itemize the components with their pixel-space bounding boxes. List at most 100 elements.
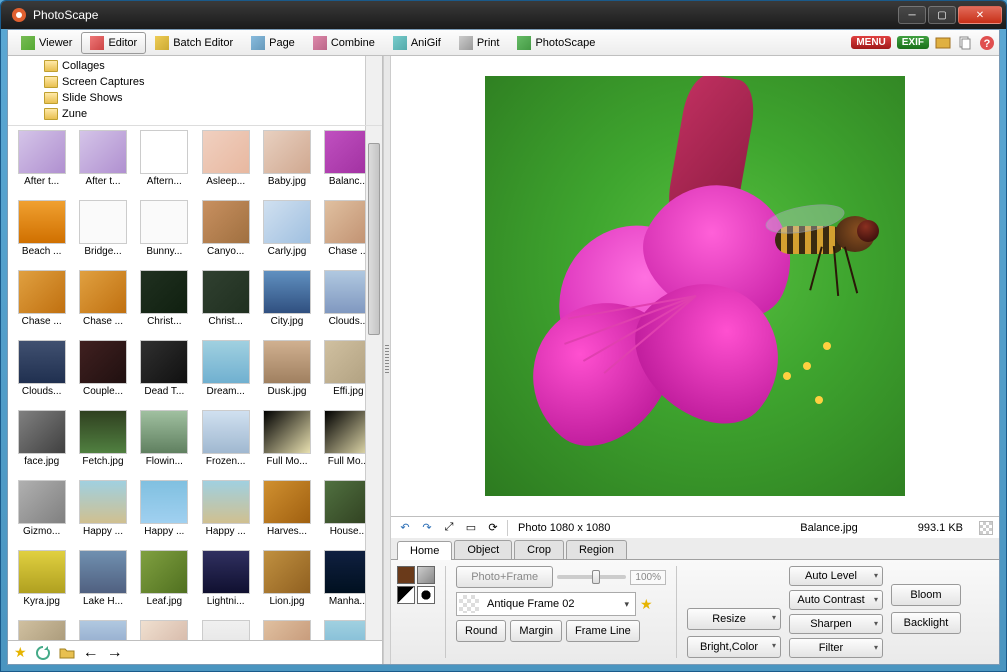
thumbnail[interactable]: After t... [12, 130, 71, 198]
help-icon[interactable]: ? [979, 35, 995, 51]
rotate-icon[interactable]: ⟳ [485, 520, 501, 536]
zoom-slider[interactable] [557, 575, 626, 579]
thumbnail[interactable]: Chase ... [12, 270, 71, 338]
app-logo-icon [11, 7, 27, 23]
thumbnail[interactable]: Couple... [73, 340, 132, 408]
thumbnail[interactable] [73, 620, 132, 640]
thumbnail[interactable]: Leaf.jpg [135, 550, 194, 618]
filter-button[interactable]: Filter [789, 638, 883, 658]
thumbnail[interactable]: Gizmo... [12, 480, 71, 548]
actual-size-icon[interactable]: ▭ [463, 520, 479, 536]
bloom-button[interactable]: Bloom [891, 584, 961, 606]
color-swatches[interactable] [397, 566, 435, 604]
close-button[interactable]: ✕ [958, 6, 1002, 24]
auto-level-button[interactable]: Auto Level [789, 566, 883, 586]
thumbnail[interactable]: Lake H... [73, 550, 132, 618]
thumbnail[interactable]: Christ... [135, 270, 194, 338]
resize-button[interactable]: Resize [687, 608, 781, 630]
tree-item[interactable]: Zune [12, 106, 378, 122]
thumbnail[interactable]: Flowin... [135, 410, 194, 478]
undo-icon[interactable]: ↶ [397, 520, 413, 536]
toolbar-tab-page[interactable]: Page [242, 32, 304, 54]
sharpen-button[interactable]: Sharpen [789, 614, 883, 634]
thumbnail[interactable]: Aftern... [135, 130, 194, 198]
thumbnail[interactable]: Carly.jpg [257, 200, 316, 268]
tree-item[interactable]: Screen Captures [12, 74, 378, 90]
nav-forward-icon[interactable]: → [107, 645, 123, 661]
thumbnail[interactable]: Happy ... [196, 480, 255, 548]
edit-tab-region[interactable]: Region [566, 540, 627, 559]
thumbnail[interactable]: Kyra.jpg [12, 550, 71, 618]
folder-tree[interactable]: CollagesScreen CapturesSlide ShowsZune [8, 56, 382, 126]
toolbar-tab-photoscape[interactable]: PhotoScape [508, 32, 604, 54]
toolbar-tab-viewer[interactable]: Viewer [12, 32, 81, 54]
thumbnail[interactable]: Beach ... [12, 200, 71, 268]
photo-frame-button[interactable]: Photo+Frame [456, 566, 553, 588]
collapse-handle[interactable] [383, 56, 391, 664]
open-folder-icon[interactable] [59, 645, 75, 661]
maximize-button[interactable]: ▢ [928, 6, 956, 24]
tree-item[interactable]: Slide Shows [12, 90, 378, 106]
thumbnail[interactable]: Canyo... [196, 200, 255, 268]
exif-badge[interactable]: EXIF [897, 36, 929, 49]
thumbnail[interactable]: Happy ... [135, 480, 194, 548]
frame-select[interactable]: Antique Frame 02 ▾ [456, 592, 636, 616]
thumbnail[interactable]: Happy ... [73, 480, 132, 548]
thumbnail[interactable]: Frozen... [196, 410, 255, 478]
toolbar-tab-combine[interactable]: Combine [304, 32, 384, 54]
fit-icon[interactable]: ⤢ [441, 520, 457, 536]
thumbnail[interactable]: Harves... [257, 480, 316, 548]
edit-tab-crop[interactable]: Crop [514, 540, 564, 559]
thumbnail-label: Canyo... [200, 246, 252, 257]
frame-favorite-icon[interactable]: ★ [640, 596, 653, 613]
thumbnail[interactable]: Lightni... [196, 550, 255, 618]
thumbnail[interactable]: Fetch.jpg [73, 410, 132, 478]
thumbnail[interactable]: After t... [73, 130, 132, 198]
thumbnail[interactable]: Lion.jpg [257, 550, 316, 618]
refresh-icon[interactable] [35, 645, 51, 661]
slideshow-icon[interactable] [935, 35, 951, 51]
thumbnail-scrollbar[interactable] [365, 126, 382, 640]
toolbar-tab-editor[interactable]: Editor [81, 32, 146, 54]
thumbnail[interactable]: Full Mo... [257, 410, 316, 478]
thumbnail[interactable] [12, 620, 71, 640]
thumbnail[interactable]: Chase ... [73, 270, 132, 338]
toolbar-tab-print[interactable]: Print [450, 32, 509, 54]
thumbnail[interactable]: Dead T... [135, 340, 194, 408]
tree-scrollbar[interactable] [365, 56, 382, 125]
auto-contrast-button[interactable]: Auto Contrast [789, 590, 883, 610]
thumbnail[interactable]: City.jpg [257, 270, 316, 338]
thumbnail[interactable]: Asleep... [196, 130, 255, 198]
nav-back-icon[interactable]: ← [83, 645, 99, 661]
edit-tab-home[interactable]: Home [397, 541, 452, 560]
thumbnail[interactable] [257, 620, 316, 640]
menu-badge[interactable]: MENU [851, 36, 890, 49]
favorite-icon[interactable]: ★ [14, 644, 27, 661]
left-panel: CollagesScreen CapturesSlide ShowsZune A… [8, 56, 383, 664]
toolbar-tab-batch-editor[interactable]: Batch Editor [146, 32, 242, 54]
minimize-button[interactable]: ─ [898, 6, 926, 24]
thumbnail[interactable] [135, 620, 194, 640]
thumbnail[interactable]: face.jpg [12, 410, 71, 478]
thumbnail[interactable]: Bridge... [73, 200, 132, 268]
frame-line-button[interactable]: Frame Line [566, 620, 640, 642]
thumbnail[interactable]: Dream... [196, 340, 255, 408]
bright-color-button[interactable]: Bright,Color [687, 636, 781, 658]
copy-icon[interactable] [957, 35, 973, 51]
round-button[interactable]: Round [456, 620, 506, 642]
edit-tab-object[interactable]: Object [454, 540, 512, 559]
tree-item[interactable]: Collages [12, 58, 378, 74]
transparency-icon[interactable] [979, 521, 993, 535]
thumbnail[interactable]: Clouds... [12, 340, 71, 408]
redo-icon[interactable]: ↷ [419, 520, 435, 536]
toolbar-tab-anigif[interactable]: AniGif [384, 32, 450, 54]
thumbnail[interactable]: Bunny... [135, 200, 194, 268]
ic-batch-icon [155, 36, 169, 50]
backlight-button[interactable]: Backlight [891, 612, 961, 634]
margin-button[interactable]: Margin [510, 620, 562, 642]
thumbnail[interactable]: Christ... [196, 270, 255, 338]
thumbnail[interactable] [196, 620, 255, 640]
thumbnail[interactable]: Baby.jpg [257, 130, 316, 198]
thumbnail[interactable]: Dusk.jpg [257, 340, 316, 408]
preview-area[interactable] [391, 56, 999, 516]
